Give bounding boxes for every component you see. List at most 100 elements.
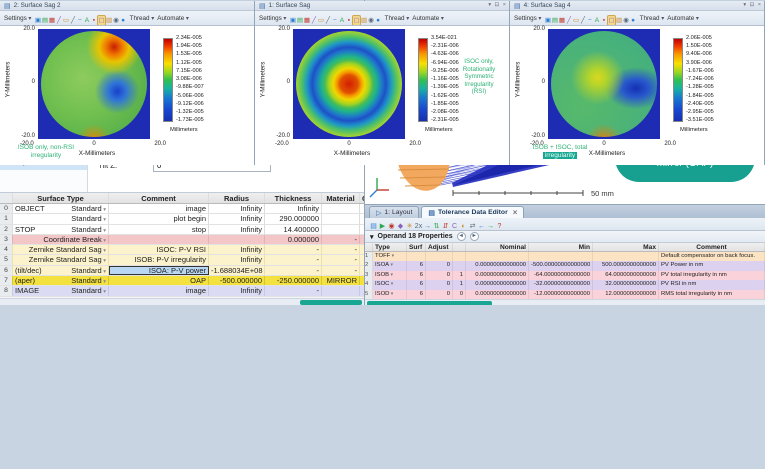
forward-icon[interactable]: → <box>486 222 495 231</box>
arrow-annotation-icon[interactable]: ╱ <box>324 16 331 25</box>
comment-cell[interactable]: plot begin <box>109 214 209 223</box>
min-cell[interactable]: -32.00000000000000 <box>529 280 593 289</box>
layers-icon[interactable]: ▧ <box>106 16 113 25</box>
flag-cell[interactable] <box>453 252 466 261</box>
plot-title-bar[interactable]: ▤ 4: Surface Sag 4 ▾ ⊡ × <box>510 1 764 11</box>
adjust-cell[interactable]: 0 <box>426 280 453 289</box>
table-row[interactable]: 3 Coordinate Break 0.000000 - <box>0 235 364 245</box>
radius-cell[interactable]: Infinity <box>209 255 265 264</box>
min-cell[interactable]: -12.00000000000000 <box>529 290 593 299</box>
text-annotation-icon[interactable]: A <box>338 16 345 25</box>
surface-type-dropdown[interactable]: Standard <box>71 276 106 285</box>
line-annotation-icon[interactable]: ╱ <box>310 16 317 25</box>
dash-annotation-icon[interactable]: − <box>331 16 338 25</box>
surf-cell[interactable]: 6 <box>407 280 426 289</box>
col-thickness[interactable]: Thickness <box>265 193 322 203</box>
layers-icon[interactable]: ▧ <box>361 16 368 25</box>
config-icon[interactable]: ◉ <box>368 16 375 25</box>
col-comment[interactable]: Comment <box>109 193 209 203</box>
tool-disabled-icon[interactable]: ✳ <box>405 222 414 231</box>
flag-cell[interactable]: 1 <box>453 280 466 289</box>
surface-type-dropdown[interactable]: Standard <box>71 204 106 213</box>
prev-operand-button[interactable]: ◂ <box>457 232 466 241</box>
automate-dropdown[interactable]: Automate <box>412 15 444 22</box>
radius-cell[interactable]: Infinity <box>209 204 265 213</box>
tab-layout[interactable]: ▷ 1: Layout <box>369 206 419 218</box>
nominal-cell[interactable] <box>466 252 529 261</box>
surface-type-dropdown[interactable]: Zernike Standard Sag <box>29 255 106 264</box>
text-annotation-icon[interactable]: A <box>83 16 90 25</box>
thickness-cell[interactable]: - <box>265 255 322 264</box>
col-adjust[interactable]: Adjust <box>426 243 453 251</box>
min-cell[interactable]: -64.00000000000000 <box>529 271 593 280</box>
copy-icon[interactable]: ▣ <box>544 16 551 25</box>
max-cell[interactable]: 32.0000000000000 <box>593 280 659 289</box>
automate-dropdown[interactable]: Automate <box>667 15 699 22</box>
radius-cell[interactable]: Infinity <box>209 286 265 295</box>
table-row[interactable]: 4 ISOC 6 0 1 0.00000000000000 -32.000000… <box>365 280 765 289</box>
material-cell[interactable]: - <box>322 235 360 244</box>
OBJECT[interactable]: 0 OBJECTStandard image Infinity Infinity <box>0 204 364 214</box>
material-cell[interactable]: - <box>322 245 360 254</box>
thickness-cell[interactable]: - <box>265 245 322 254</box>
surface-type-dropdown[interactable]: Standard <box>71 225 106 234</box>
table-row[interactable]: 4 Zernike Standard Sag ISOC: P-V RSI Inf… <box>0 245 364 255</box>
save-icon[interactable]: ▤ <box>551 16 558 25</box>
tab-tolerance-data-editor[interactable]: ▤ Tolerance Data Editor × <box>421 206 524 218</box>
print-icon[interactable]: ▦ <box>48 16 55 25</box>
adjust-cell[interactable]: 0 <box>426 261 453 270</box>
adjust-cell[interactable]: 0 <box>426 271 453 280</box>
double-icon[interactable]: 2x <box>414 222 423 231</box>
rectangle-annotation-icon[interactable]: ▭ <box>572 16 579 25</box>
table-row[interactable]: 3 ISOB 6 0 1 0.00000000000000 -64.000000… <box>365 271 765 280</box>
line-annotation-icon[interactable]: ╱ <box>565 16 572 25</box>
comment-cell[interactable]: PV Power in nm <box>659 261 765 270</box>
(aper)[interactable]: 7 (aper)Standard OAP -500.000000 -250.00… <box>0 276 364 286</box>
min-cell[interactable]: -500.00000000000000 <box>529 261 593 270</box>
save-icon[interactable]: ▤ <box>369 222 378 231</box>
arrow-annotation-icon[interactable]: ╱ <box>69 16 76 25</box>
thickness-cell[interactable]: -250.000000 <box>265 276 322 285</box>
col-material[interactable]: Material <box>322 193 360 203</box>
surf-cell[interactable]: 6 <box>407 261 426 270</box>
table-row[interactable]: 1 Standard plot begin Infinity 290.00000… <box>0 214 364 224</box>
plot-title-bar[interactable]: ▤ 1: Surface Sag ▾ ⊡ × <box>255 1 509 11</box>
scrollbar-thumb[interactable] <box>367 301 492 305</box>
copy-icon[interactable]: ▣ <box>289 16 296 25</box>
surface-type-dropdown[interactable]: Zernike Standard Sag <box>29 245 106 254</box>
material-cell[interactable] <box>322 214 360 223</box>
plot-title-bar[interactable]: ▤ 2: Surface Sag 2 <box>0 1 254 11</box>
comment-cell[interactable]: ISOA: P-V power <box>109 266 209 275</box>
lock-icon[interactable]: ▪ <box>90 16 97 25</box>
table-row[interactable]: 5 ISOD 6 0 0 0.00000000000000 -12.000000… <box>365 290 765 299</box>
line-annotation-icon[interactable]: ╱ <box>55 16 62 25</box>
config-icon[interactable]: ◉ <box>113 16 120 25</box>
surf-cell[interactable]: 6 <box>407 290 426 299</box>
col-surf[interactable]: Surf <box>407 243 426 251</box>
thickness-cell[interactable]: 290.000000 <box>265 214 322 223</box>
settings-dropdown[interactable]: Settings <box>514 15 541 22</box>
comment-cell[interactable]: stop <box>109 225 209 234</box>
check-icon[interactable]: ◉ <box>387 222 396 231</box>
adjust-cell[interactable] <box>426 252 453 261</box>
window-controls[interactable]: ▾ ⊡ × <box>488 2 507 8</box>
operand-type-dropdown[interactable]: TOFF <box>373 252 407 261</box>
sync-icon[interactable]: ⇄ <box>468 222 477 231</box>
comment-cell[interactable]: PV total irregularity in nm <box>659 271 765 280</box>
open-icon[interactable]: ▶ <box>378 222 387 231</box>
comment-cell[interactable] <box>109 235 209 244</box>
nominal-cell[interactable]: 0.00000000000000 <box>466 261 529 270</box>
copy-icon[interactable]: ▣ <box>34 16 41 25</box>
dark-circle-icon[interactable]: ● <box>375 16 382 25</box>
nominal-cell[interactable]: 0.00000000000000 <box>466 280 529 289</box>
radius-cell[interactable]: Infinity <box>209 214 265 223</box>
thickness-cell[interactable]: - <box>265 286 322 295</box>
comment-cell[interactable]: PV RSI in nm <box>659 280 765 289</box>
col-type[interactable]: Type <box>373 243 407 251</box>
surf-cell[interactable]: 6 <box>407 271 426 280</box>
scales-icon[interactable]: ◆ <box>396 222 405 231</box>
operand-type-dropdown[interactable]: ISOA <box>373 261 407 270</box>
thickness-cell[interactable]: 14.400000 <box>265 225 322 234</box>
material-cell[interactable]: MIRROR <box>322 276 360 285</box>
material-cell[interactable] <box>322 286 360 295</box>
